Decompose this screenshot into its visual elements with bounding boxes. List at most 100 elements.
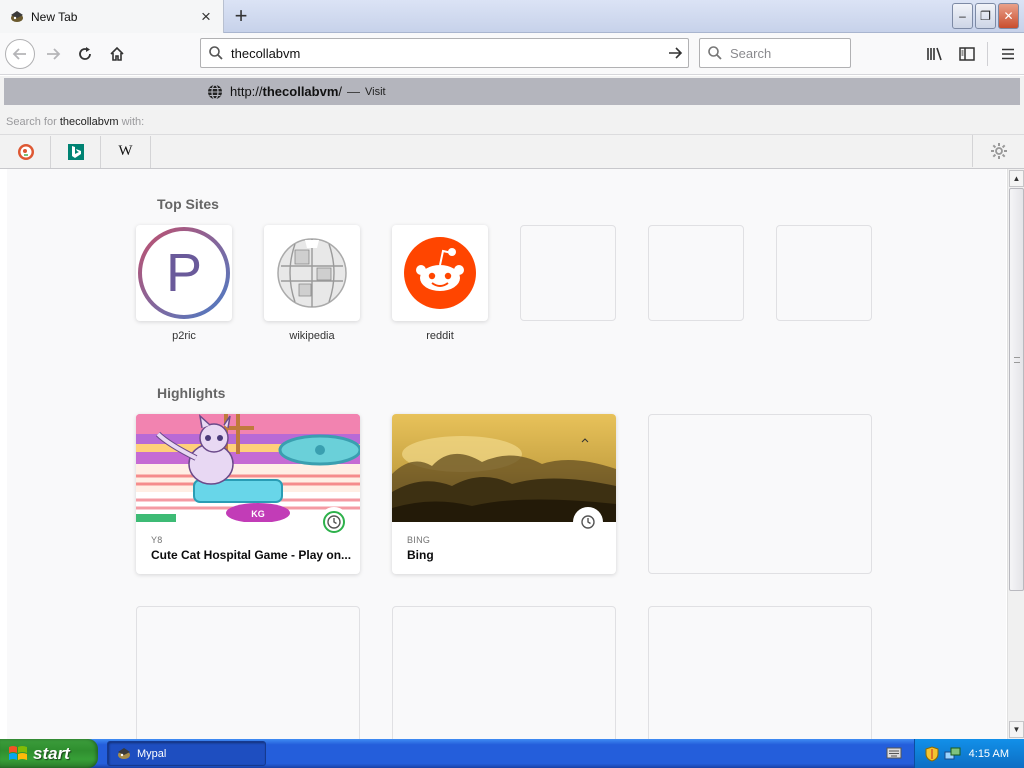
- search-icon: [700, 45, 730, 61]
- card-source: Y8: [151, 535, 163, 545]
- result-url: http://thecollabvm/: [230, 84, 343, 99]
- search-placeholder: Search: [730, 45, 772, 61]
- top-site-tile-empty[interactable]: [648, 225, 744, 321]
- library-icon: [927, 47, 942, 61]
- vertical-scrollbar[interactable]: ▲ ▼: [1007, 169, 1024, 739]
- search-engine-wikipedia[interactable]: W: [101, 135, 151, 168]
- gear-icon: [990, 143, 1007, 159]
- menu-button[interactable]: [992, 39, 1024, 69]
- scroll-up-arrow-icon[interactable]: ▲: [1009, 170, 1024, 187]
- system-tray: 4:15 AM: [914, 739, 1024, 768]
- highlight-card-y8[interactable]: KG Y8 Cute Cat Hospital Game - Play on..…: [136, 414, 360, 574]
- p2ric-letter: P: [166, 243, 202, 303]
- result-separator: —: [347, 84, 361, 99]
- top-site-tile-empty[interactable]: [520, 225, 616, 321]
- mypal-icon: [116, 746, 132, 762]
- card-title: Bing: [407, 548, 434, 562]
- reddit-alien-icon: [404, 237, 476, 309]
- duckduckgo-icon: [17, 143, 34, 160]
- mypal-icon: [9, 9, 25, 25]
- tab-title: New Tab: [31, 9, 78, 24]
- scroll-thumb[interactable]: [1009, 188, 1024, 591]
- window-controls: – ❐ ✕: [952, 3, 1019, 29]
- arrow-right-icon: [47, 48, 61, 60]
- cat-game-thumbnail: KG: [136, 414, 360, 522]
- clock-icon: [573, 507, 603, 537]
- autocomplete-result-visit[interactable]: http://thecollabvm/ — Visit: [4, 78, 1020, 105]
- card-title: Cute Cat Hospital Game - Play on...: [151, 548, 352, 562]
- top-site-tile-reddit[interactable]: [392, 225, 488, 321]
- misty-forest-thumbnail: [392, 414, 616, 522]
- go-arrow-icon[interactable]: [662, 45, 688, 61]
- taskbar-item-label: Mypal: [137, 747, 167, 760]
- highlight-card-empty: [648, 414, 872, 574]
- card-source: BING: [407, 535, 431, 545]
- top-site-label: p2ric: [172, 330, 196, 342]
- highlight-card-empty: [648, 606, 872, 739]
- minimize-button[interactable]: –: [952, 3, 973, 29]
- search-for-label: Search for thecollabvm with:: [6, 116, 145, 128]
- top-site-tile-empty[interactable]: [776, 225, 872, 321]
- search-engine-bing[interactable]: [51, 135, 101, 168]
- scroll-down-arrow-icon[interactable]: ▼: [1009, 721, 1024, 738]
- highlight-card-empty: [136, 606, 360, 739]
- search-settings-button[interactable]: [972, 135, 1024, 167]
- search-bar[interactable]: Search: [699, 38, 851, 68]
- close-window-button[interactable]: ✕: [998, 3, 1019, 29]
- new-tab-content: Top Sites P p2ric wikipedia reddit Highl…: [7, 169, 1006, 739]
- top-sites-heading: Top Sites: [157, 196, 219, 212]
- right-toolbar: [919, 39, 1024, 69]
- start-label: start: [33, 743, 70, 763]
- close-tab-icon[interactable]: ×: [198, 8, 214, 25]
- tab-strip: New Tab × + – ❐ ✕: [0, 0, 1024, 33]
- windows-taskbar: start Mypal 4:15 AM: [0, 739, 1024, 768]
- one-off-search-engines: W: [0, 134, 1024, 168]
- tab-new-tab[interactable]: New Tab ×: [0, 0, 224, 33]
- search-engine-duckduckgo[interactable]: [1, 135, 51, 168]
- network-icon[interactable]: [944, 746, 962, 762]
- home-button[interactable]: [102, 39, 132, 69]
- reload-icon: [79, 47, 91, 60]
- toolbar-divider: [987, 42, 988, 66]
- hamburger-menu-icon: [1002, 48, 1014, 60]
- security-shield-icon[interactable]: [924, 745, 940, 762]
- navigation-toolbar: thecollabvm Search: [0, 33, 1024, 75]
- url-autocomplete-popup: http://thecollabvm/ — Visit Search for t…: [0, 76, 1024, 169]
- clock-icon: [319, 507, 349, 537]
- home-icon: [110, 46, 124, 61]
- highlight-card-bing[interactable]: BING Bing: [392, 414, 616, 574]
- bing-icon: [67, 143, 84, 160]
- globe-icon: [207, 83, 223, 100]
- url-bar[interactable]: thecollabvm: [200, 38, 689, 68]
- reload-button[interactable]: [70, 39, 100, 69]
- wikipedia-icon: W: [118, 143, 133, 159]
- keyboard-icon[interactable]: [886, 746, 902, 760]
- start-button[interactable]: start: [0, 739, 98, 768]
- forward-button[interactable]: [38, 39, 68, 69]
- top-site-label: wikipedia: [289, 330, 335, 342]
- maximize-button[interactable]: ❐: [975, 3, 996, 29]
- taskbar-item-mypal[interactable]: Mypal: [107, 741, 266, 766]
- grip-icon: [1014, 357, 1020, 363]
- p2ric-logo-icon: P: [138, 227, 230, 319]
- result-action: Visit: [365, 85, 386, 98]
- back-button[interactable]: [5, 39, 35, 69]
- arrow-left-icon: [12, 48, 26, 60]
- clock-time: 4:15 AM: [968, 747, 1009, 760]
- sidebar-button[interactable]: [951, 39, 983, 69]
- top-site-label: reddit: [426, 330, 454, 342]
- library-button[interactable]: [919, 39, 951, 69]
- wikipedia-globe-icon: [277, 238, 347, 308]
- highlight-card-empty: [392, 606, 616, 739]
- top-site-tile-p2ric[interactable]: P: [136, 225, 232, 321]
- windows-logo-icon: [8, 745, 28, 763]
- search-icon: [201, 45, 231, 61]
- sidebar-icon: [959, 47, 975, 61]
- card-thumbnail: KG: [136, 414, 360, 522]
- highlights-heading: Highlights: [157, 385, 226, 401]
- new-tab-button[interactable]: +: [228, 4, 254, 30]
- url-input[interactable]: thecollabvm: [231, 46, 662, 61]
- kg-button-text: KG: [251, 509, 265, 519]
- top-site-tile-wikipedia[interactable]: [264, 225, 360, 321]
- card-thumbnail: [392, 414, 616, 522]
